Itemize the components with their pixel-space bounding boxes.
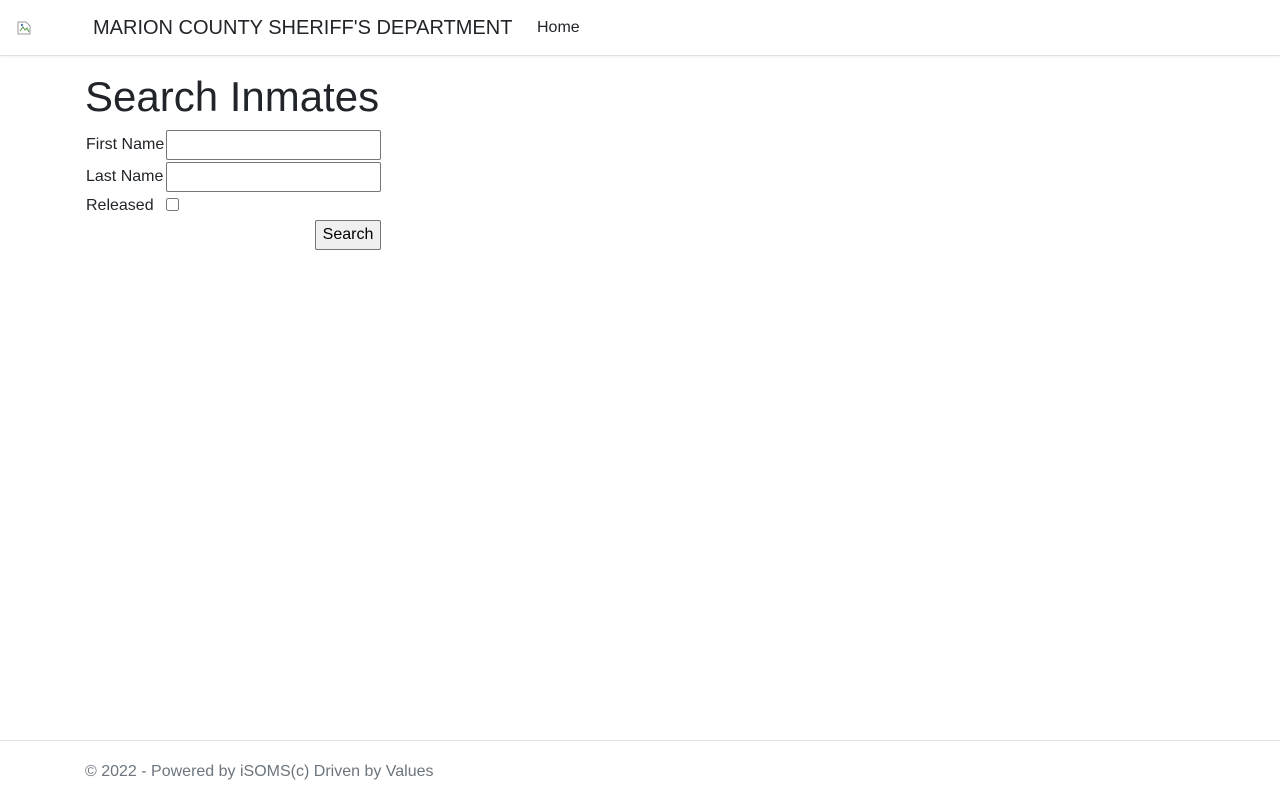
broken-image-icon[interactable]: [16, 20, 32, 36]
page-footer: © 2022 - Powered by iSOMS(c) Driven by V…: [0, 740, 1280, 800]
first-name-input[interactable]: [166, 130, 381, 160]
first-name-label: First Name: [86, 136, 165, 153]
released-checkbox[interactable]: [166, 198, 179, 211]
released-label: Released: [86, 197, 154, 214]
nav-home-link[interactable]: Home: [537, 18, 580, 38]
last-name-label: Last Name: [86, 168, 164, 185]
last-name-input[interactable]: [166, 162, 381, 192]
page-title: Search Inmates: [85, 73, 380, 120]
footer-copyright: © 2022 - Powered by iSOMS(c) Driven by V…: [85, 763, 434, 780]
top-navbar: MARION COUNTY SHERIFF'S DEPARTMENT Home: [0, 0, 1280, 56]
brand-link[interactable]: MARION COUNTY SHERIFF'S DEPARTMENT: [93, 16, 512, 40]
search-button[interactable]: Search: [315, 220, 381, 250]
